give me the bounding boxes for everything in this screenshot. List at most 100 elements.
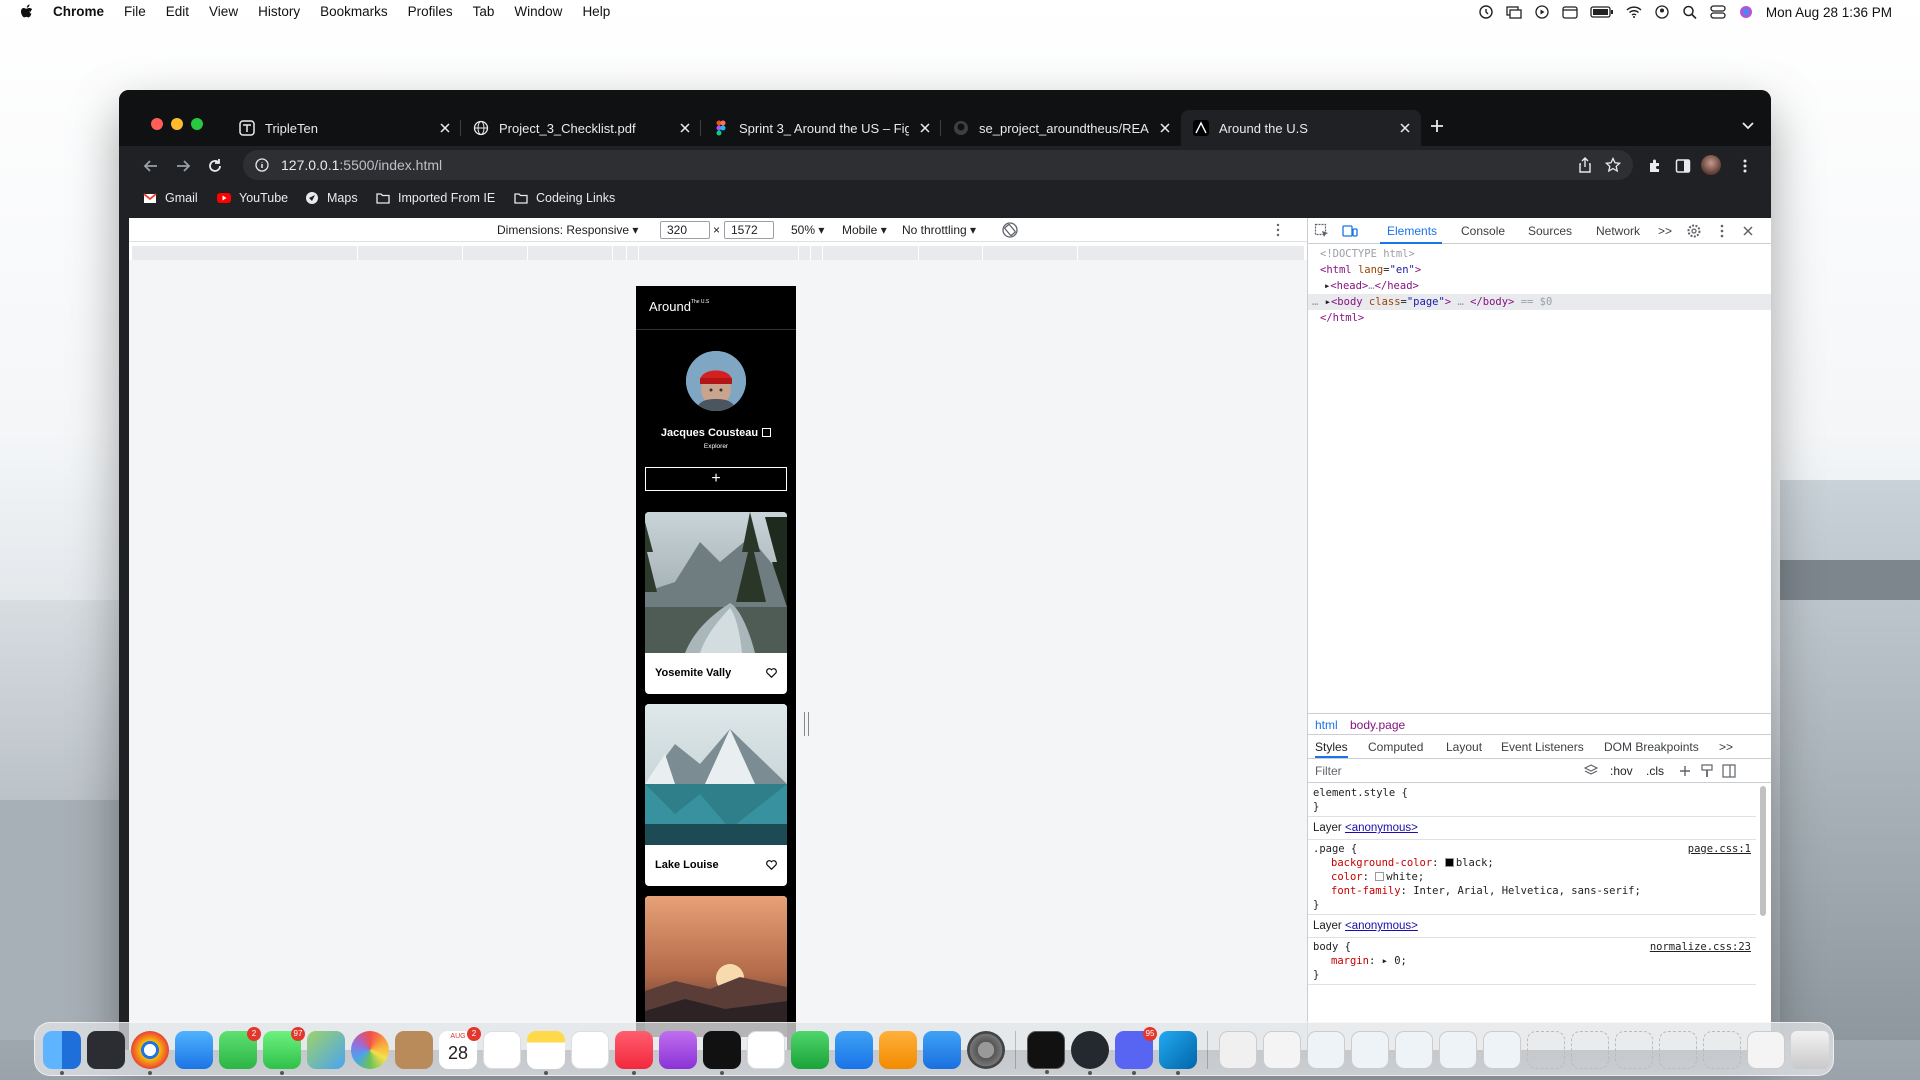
media-query-ruler[interactable]: [132, 246, 1304, 260]
css-declaration[interactable]: background-color: black;: [1313, 856, 1751, 870]
site-info-icon[interactable]: [255, 158, 269, 172]
menu-file[interactable]: File: [124, 4, 146, 19]
close-window-button[interactable]: [151, 118, 163, 130]
tab-tripleten[interactable]: TripleTen: [227, 110, 461, 146]
facetime-icon[interactable]: 2: [219, 1027, 261, 1069]
back-arrow-icon[interactable]: [143, 158, 159, 174]
app-store-icon[interactable]: [923, 1031, 961, 1069]
address-bar[interactable]: 127.0.0.1:5500/index.html: [243, 150, 1633, 180]
dom-html-open[interactable]: <html lang="en">: [1308, 262, 1771, 278]
trash-icon[interactable]: [1791, 1031, 1829, 1069]
apple-tv-icon[interactable]: [703, 1031, 741, 1075]
menu-edit[interactable]: Edit: [166, 4, 189, 19]
mail-icon[interactable]: [175, 1031, 213, 1069]
breadcrumb-html[interactable]: html: [1315, 718, 1338, 732]
rotate-icon[interactable]: [1001, 221, 1019, 239]
document-stack-icon[interactable]: [1219, 1031, 1257, 1069]
bookmark-maps[interactable]: Maps: [305, 190, 358, 206]
css-declaration[interactable]: margin: ▸ 0;: [1313, 954, 1751, 968]
rule-source-link[interactable]: normalize.css:23: [1650, 940, 1751, 954]
subtab-computed[interactable]: Computed: [1368, 740, 1423, 754]
tab-console[interactable]: Console: [1461, 224, 1505, 238]
width-input[interactable]: 320: [660, 221, 710, 239]
menu-profiles[interactable]: Profiles: [408, 4, 453, 19]
podcasts-icon[interactable]: [659, 1031, 697, 1069]
close-tab-icon[interactable]: [1157, 120, 1173, 136]
profile-avatar[interactable]: [1701, 155, 1721, 175]
styles-filter-input[interactable]: Filter: [1315, 764, 1342, 778]
css-declaration[interactable]: color: white;: [1313, 870, 1751, 884]
bookmark-youtube[interactable]: YouTube: [217, 190, 288, 206]
close-devtools-icon[interactable]: [1740, 223, 1756, 239]
unknown-app-icon[interactable]: [1703, 1031, 1741, 1069]
dimensions-dropdown[interactable]: Dimensions: Responsive ▾: [497, 223, 638, 237]
card-image[interactable]: [645, 704, 787, 845]
menu-tab[interactable]: Tab: [473, 4, 495, 19]
calendar-app-icon[interactable]: AUG 28 2: [439, 1027, 481, 1069]
bookmark-star-icon[interactable]: [1605, 157, 1621, 173]
body-style-rule[interactable]: body {normalize.css:23 margin: ▸ 0; }: [1308, 938, 1756, 985]
play-icon[interactable]: [1534, 5, 1550, 19]
unknown-app-icon[interactable]: [1571, 1031, 1609, 1069]
dom-body-selected[interactable]: … ▸<body class="page"> … </body> == $0: [1308, 294, 1771, 310]
vscode-icon[interactable]: [1159, 1031, 1197, 1075]
zoom-window-button[interactable]: [191, 118, 203, 130]
menu-bookmarks[interactable]: Bookmarks: [320, 4, 388, 19]
new-tab-icon[interactable]: [1429, 118, 1445, 134]
battery-icon[interactable]: [1590, 5, 1614, 19]
contacts-icon[interactable]: [395, 1031, 433, 1069]
wifi-icon[interactable]: [1626, 5, 1642, 19]
tab-search-chevron-icon[interactable]: [1741, 120, 1755, 132]
calendar-menubar-icon[interactable]: [1562, 5, 1578, 19]
styles-scrollbar[interactable]: [1760, 786, 1766, 916]
close-tab-icon[interactable]: [677, 120, 693, 136]
screen-mirror-icon[interactable]: [1506, 5, 1522, 19]
reminders-icon[interactable]: [483, 1031, 521, 1069]
github-desktop-icon[interactable]: [1071, 1031, 1109, 1075]
subtab-dom-breakpoints[interactable]: DOM Breakpoints: [1604, 740, 1699, 754]
device-toggle-icon[interactable]: [1342, 223, 1358, 239]
color-swatch[interactable]: [1375, 872, 1385, 881]
apple-icon[interactable]: [20, 4, 34, 20]
device-type-dropdown[interactable]: Mobile ▾: [842, 223, 887, 237]
music-icon[interactable]: [615, 1031, 653, 1075]
tab-network[interactable]: Network: [1596, 224, 1640, 238]
unknown-app-icon[interactable]: [1659, 1031, 1697, 1069]
menu-app-name[interactable]: Chrome: [53, 4, 104, 19]
close-tab-icon[interactable]: [917, 120, 933, 136]
keynote-icon[interactable]: [835, 1031, 873, 1069]
share-icon[interactable]: [1577, 157, 1593, 173]
chrome-icon[interactable]: [131, 1031, 169, 1075]
height-input[interactable]: 1572: [724, 221, 774, 239]
close-tab-icon[interactable]: [1397, 120, 1413, 136]
layer-link[interactable]: <anonymous>: [1345, 822, 1418, 834]
tab-sources[interactable]: Sources: [1528, 224, 1572, 238]
messages-icon[interactable]: 97: [263, 1027, 305, 1075]
viewport-resize-handle[interactable]: [804, 712, 809, 736]
forward-arrow-icon[interactable]: [175, 158, 191, 174]
control-center-icon[interactable]: [1710, 5, 1726, 19]
spotlight-search-icon[interactable]: [1682, 5, 1698, 19]
menu-history[interactable]: History: [258, 4, 300, 19]
system-settings-icon[interactable]: [967, 1031, 1005, 1069]
css-declaration[interactable]: font-family: Inter, Arial, Helvetica, sa…: [1313, 884, 1751, 898]
hov-toggle[interactable]: :hov: [1610, 764, 1633, 778]
breadcrumb-body[interactable]: body.page: [1350, 718, 1405, 732]
unknown-app-icon[interactable]: [1615, 1031, 1653, 1069]
maps-app-icon[interactable]: [307, 1031, 345, 1069]
throttling-dropdown[interactable]: No throttling ▾: [902, 223, 976, 237]
tab-around-the-us[interactable]: Around the U.S: [1181, 110, 1421, 146]
more-tabs-button[interactable]: >>: [1658, 224, 1672, 238]
layer-link[interactable]: <anonymous>: [1345, 920, 1418, 932]
folder-stack-icon[interactable]: [1307, 1031, 1345, 1069]
zoom-dropdown[interactable]: 50% ▾: [791, 223, 824, 237]
screenshot-stack-icon[interactable]: [1263, 1031, 1301, 1069]
terminal-icon[interactable]: [1027, 1031, 1065, 1074]
numbers-icon[interactable]: [791, 1031, 829, 1069]
tab-project-checklist[interactable]: Project_3_Checklist.pdf: [461, 110, 701, 146]
url-text[interactable]: 127.0.0.1:5500/index.html: [281, 157, 442, 173]
menubar-clock[interactable]: Mon Aug 28 1:36 PM: [1766, 5, 1892, 20]
unknown-app-icon[interactable]: [1527, 1031, 1565, 1069]
page-style-rule[interactable]: .page {page.css:1 background-color: blac…: [1308, 840, 1756, 915]
news-icon[interactable]: [747, 1031, 785, 1069]
